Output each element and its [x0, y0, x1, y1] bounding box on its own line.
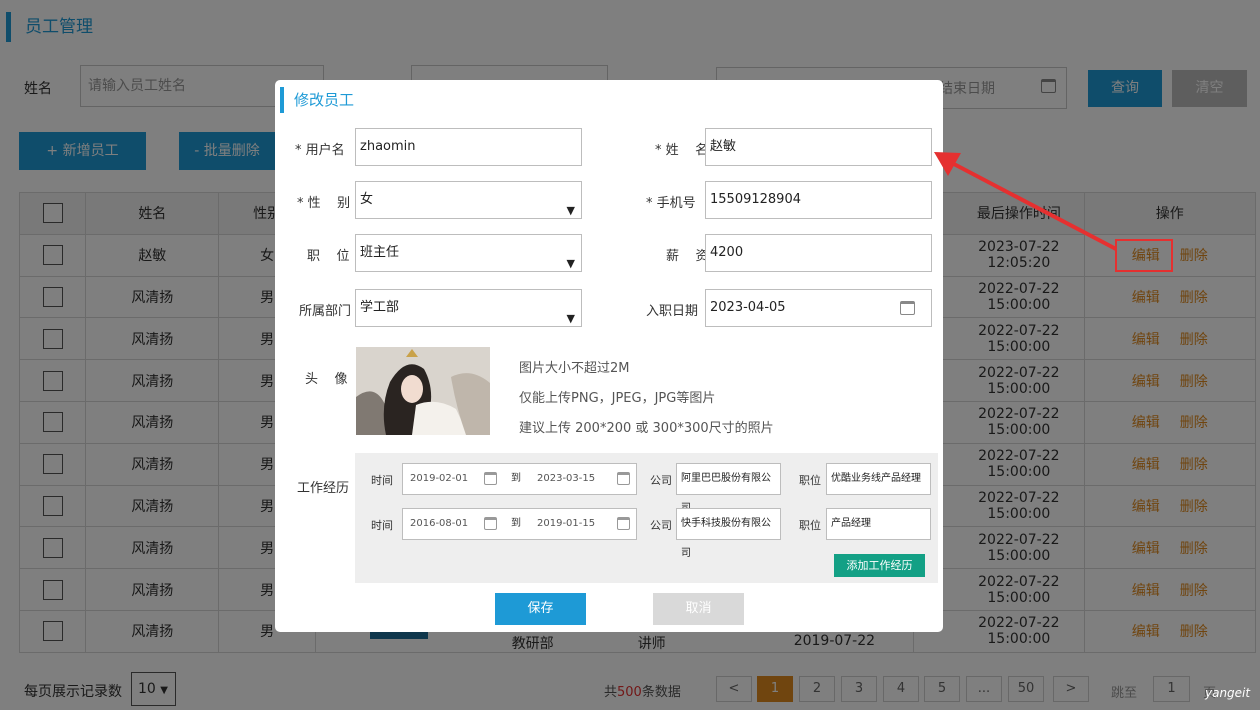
- calendar-icon: [617, 472, 630, 485]
- chevron-down-icon: ▼: [566, 257, 575, 270]
- calendar-icon: [617, 517, 630, 530]
- work-end-date: 2023-03-15: [537, 473, 596, 484]
- avatar-photo: [356, 347, 490, 435]
- entry-date-label: 入职日期: [646, 304, 699, 319]
- chevron-down-icon: ▼: [566, 312, 575, 325]
- work-position-input[interactable]: 优酷业务线产品经理: [826, 463, 931, 495]
- work-company-input[interactable]: 快手科技股份有限公司: [676, 508, 781, 559]
- username-input[interactable]: zhaomin: [355, 128, 582, 166]
- work-date-range[interactable]: 2019-02-01 到 2023-03-15: [402, 463, 637, 495]
- cancel-button[interactable]: 取消: [653, 593, 744, 625]
- work-experience-panel: 时间2019-02-01到2023-03-15公司阿里巴巴股份有限公司职位优酷业…: [355, 453, 938, 583]
- work-position-label: 职位: [799, 519, 821, 532]
- work-experience-row: 时间 2016-08-01 到 2019-01-15 公司 快手科技股份有限公司 职位 产品经…: [355, 508, 938, 559]
- salary-input[interactable]: 4200: [705, 234, 932, 272]
- calendar-icon: [900, 301, 915, 315]
- avatar-hint-dimensions: 建议上传 200*200 或 300*300尺寸的照片: [519, 421, 774, 436]
- position-value: 班主任: [360, 245, 400, 260]
- gender-value: 女: [360, 192, 374, 207]
- chevron-down-icon: ▼: [566, 204, 575, 217]
- work-start-date: 2016-08-01: [410, 518, 469, 529]
- phone-input[interactable]: 15509128904: [705, 181, 932, 219]
- position-select[interactable]: 班主任 ▼: [355, 234, 582, 272]
- gender-select[interactable]: 女 ▼: [355, 181, 582, 219]
- work-time-label: 时间: [371, 519, 393, 532]
- phone-label: * 手机号: [646, 196, 696, 211]
- work-to-label: 到: [511, 518, 521, 529]
- avatar-image[interactable]: [356, 347, 490, 435]
- department-value: 学工部: [360, 300, 400, 315]
- save-button[interactable]: 保存: [495, 593, 586, 625]
- watermark: yangeit: [1205, 686, 1251, 700]
- work-position-input[interactable]: 产品经理: [826, 508, 931, 540]
- add-work-experience-button[interactable]: 添加工作经历: [834, 554, 925, 577]
- work-position-label: 职位: [799, 474, 821, 487]
- annotation-highlight-box: [1115, 239, 1173, 272]
- work-company-input[interactable]: 阿里巴巴股份有限公司: [676, 463, 781, 514]
- work-experience-label: 工作经历: [297, 481, 350, 496]
- work-experience-row: 时间 2019-02-01 到 2023-03-15 公司阿里巴巴股份有限公司 职位优酷业…: [355, 463, 938, 514]
- position-label: 职 位: [307, 249, 350, 264]
- edit-employee-dialog: 修改员工 * 用户名 zhaomin * 姓 名 赵敏 * 性 别 女 ▼ * 手…: [275, 80, 943, 632]
- work-end-date: 2019-01-15: [537, 518, 596, 529]
- avatar-hint-size: 图片大小不超过2M: [519, 361, 630, 376]
- avatar-label: 头 像: [305, 372, 348, 387]
- work-time-label: 时间: [371, 474, 393, 487]
- dialog-title: 修改员工: [280, 87, 354, 113]
- work-company-label: 公司: [650, 474, 672, 487]
- username-label: * 用户名: [295, 143, 345, 158]
- entry-date-input[interactable]: 2023-04-05: [705, 289, 932, 327]
- work-date-range[interactable]: 2016-08-01 到 2019-01-15: [402, 508, 637, 540]
- gender-label: * 性 别: [297, 196, 351, 211]
- calendar-icon: [484, 517, 497, 530]
- calendar-icon: [484, 472, 497, 485]
- work-to-label: 到: [511, 473, 521, 484]
- avatar-hint-format: 仅能上传PNG，JPEG，JPG等图片: [519, 391, 716, 406]
- salary-label: 薪 资: [666, 249, 709, 264]
- work-start-date: 2019-02-01: [410, 473, 469, 484]
- department-label: 所属部门: [299, 304, 352, 319]
- work-company-label: 公司: [650, 519, 672, 532]
- name-label: * 姓 名: [655, 143, 709, 158]
- department-select[interactable]: 学工部 ▼: [355, 289, 582, 327]
- entry-date-value: 2023-04-05: [710, 300, 786, 315]
- name-input[interactable]: 赵敏: [705, 128, 932, 166]
